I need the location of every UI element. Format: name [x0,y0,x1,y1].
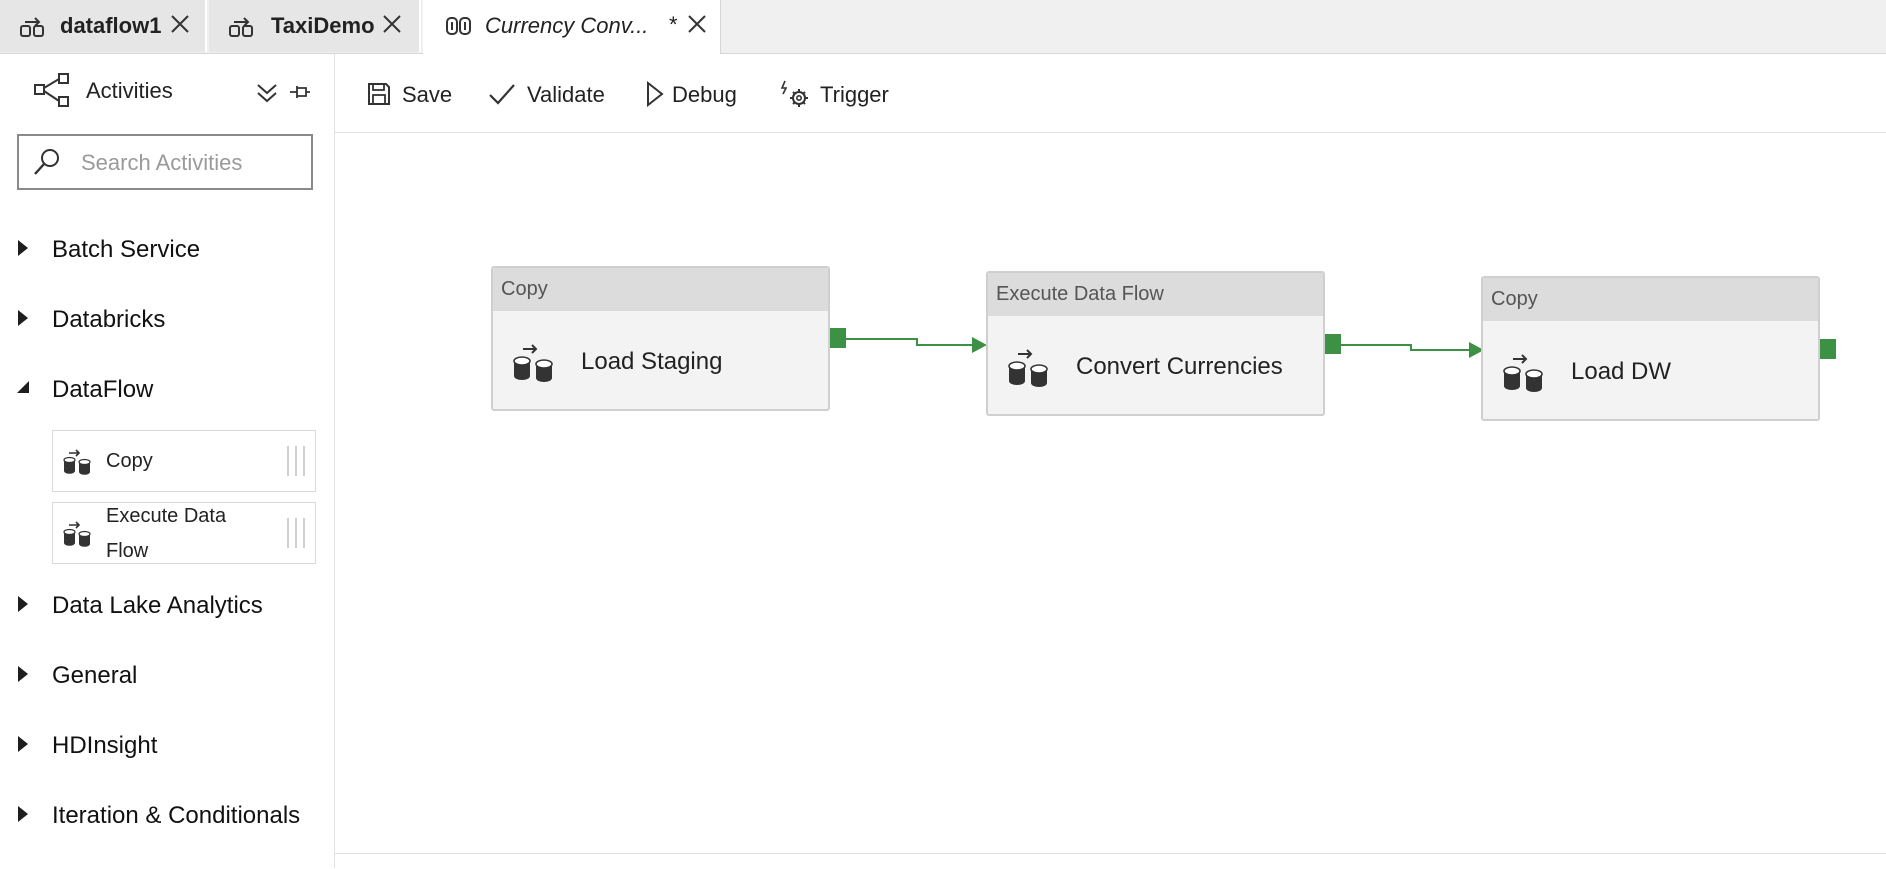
node-name: Load DW [1571,358,1672,385]
copy-activity-icon [1008,349,1048,387]
expand-caret-icon [18,596,28,612]
copy-activity-icon [513,344,553,382]
category-label: HDInsight [52,732,158,759]
trigger-gear-icon [780,80,808,107]
save-button[interactable]: Save [367,74,457,114]
activity-label: Execute Data Flow [106,505,227,562]
play-icon [647,81,664,107]
node-header: Copy [493,268,828,311]
trigger-label: Trigger [820,82,889,107]
activity-copy[interactable]: Copy [52,430,316,492]
canvas-controls-strip [335,853,1886,869]
activity-label: Copy [106,450,153,472]
category-batch-service[interactable]: Batch Service [0,228,334,272]
connectors-layer [832,337,1484,358]
expand-caret-icon [18,310,28,326]
check-icon [489,84,515,105]
success-output-port[interactable] [1325,334,1341,354]
expand-caret-icon [18,806,28,822]
category-label: Batch Service [52,236,201,263]
category-databricks[interactable]: Databricks [0,298,334,342]
pipeline-canvas[interactable]: Copy Load Staging Execute Data Flow Conv… [335,133,1886,853]
category-hdinsight[interactable]: HDInsight [0,724,334,768]
pipeline-toolbar: Save Validate Debug Trigger [335,54,1886,133]
category-label: Data Lake Analytics [52,592,263,619]
tab-label: dataflow1 [60,13,162,38]
expand-caret-icon [18,240,28,256]
unsaved-indicator: * [669,12,678,37]
category-label: Iteration & Conditionals [52,802,301,829]
close-icon[interactable] [170,14,190,34]
category-general[interactable]: General [0,654,334,698]
connector-line [1327,344,1472,351]
drag-handle-icon[interactable] [287,518,307,548]
copy-activity-icon [63,521,91,547]
search-box[interactable] [17,134,313,190]
activities-panel: Activities Batch Service Databricks Data… [0,54,335,868]
node-type-label: Execute Data Flow [996,283,1164,305]
category-iteration-conditionals[interactable]: Iteration & Conditionals [0,794,334,838]
node-header: Execute Data Flow [988,273,1323,316]
collapse-caret-icon [17,381,29,393]
tab-currency-conv[interactable]: Currency Conv... * [423,0,721,54]
close-icon[interactable] [687,14,707,34]
category-label: Databricks [52,306,166,333]
node-name: Convert Currencies [1076,353,1283,380]
debug-button[interactable]: Debug [645,74,745,114]
close-icon[interactable] [382,14,402,34]
connector-arrow-icon [972,337,987,353]
panel-title: Activities [86,78,173,103]
search-icon [34,149,59,175]
category-dataflow[interactable]: DataFlow [0,368,334,412]
save-label: Save [402,82,453,107]
tab-strip: dataflow1 TaxiDemo Currency Conv... * [0,0,1886,54]
node-header: Copy [1483,278,1818,321]
collapse-all-icon[interactable] [256,82,278,104]
node-type-label: Copy [1491,288,1538,310]
expand-caret-icon [18,666,28,682]
expand-caret-icon [18,736,28,752]
success-output-port[interactable] [830,328,846,348]
pin-icon[interactable] [289,82,311,102]
success-output-port[interactable] [1820,339,1836,359]
category-data-lake-analytics[interactable]: Data Lake Analytics [0,584,334,628]
search-input[interactable] [79,146,303,180]
tab-dataflow1[interactable]: dataflow1 [0,0,207,52]
dataflow-icon [446,17,471,35]
node-type-label: Copy [501,278,548,300]
pipeline-icon [20,17,44,37]
category-label: DataFlow [52,376,154,403]
pipeline-icon [229,17,253,37]
activities-icon [34,73,69,107]
drag-handle-icon[interactable] [287,446,307,476]
category-label: General [52,662,138,689]
save-icon [368,83,390,105]
tab-taxidemo[interactable]: TaxiDemo [209,0,421,52]
copy-activity-icon [63,449,91,475]
activity-node-load-staging[interactable]: Copy Load Staging [491,266,830,411]
debug-label: Debug [672,82,737,107]
node-name: Load Staging [581,348,723,375]
trigger-button[interactable]: Trigger [780,74,900,114]
validate-button[interactable]: Validate [488,74,613,114]
activity-execute-data-flow[interactable]: Execute Data Flow [52,502,316,564]
tab-label: Currency Conv... [485,13,649,38]
tab-label: TaxiDemo [271,13,375,38]
activity-node-load-dw[interactable]: Copy Load DW [1481,276,1820,421]
copy-activity-icon [1503,354,1543,392]
validate-label: Validate [527,82,605,107]
activity-node-convert-currencies[interactable]: Execute Data Flow Convert Currencies [986,271,1325,416]
connector-line [832,338,975,346]
